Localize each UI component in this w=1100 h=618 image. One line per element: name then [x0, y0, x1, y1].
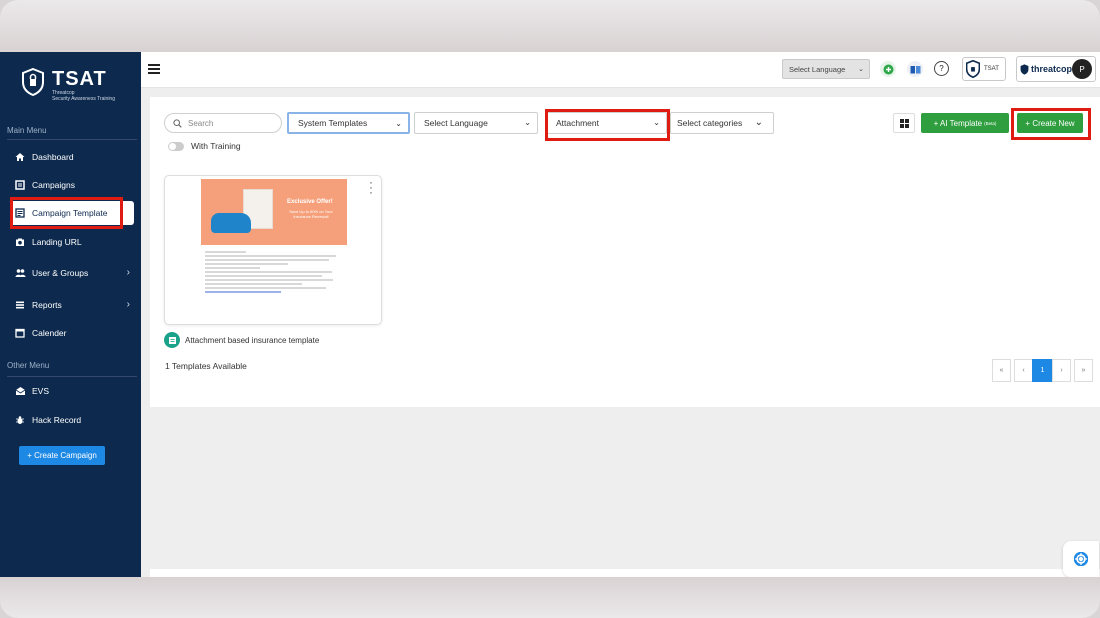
- with-training-toggle[interactable]: With Training: [168, 141, 241, 151]
- mail-icon: [14, 385, 26, 397]
- other-menu-heading: Other Menu: [7, 361, 50, 370]
- sidebar-item-label: EVS: [32, 386, 50, 396]
- search-placeholder: Search: [188, 118, 214, 128]
- sidebar-item-dashboard[interactable]: Dashboard: [10, 145, 134, 169]
- attachment-template-icon: [164, 332, 180, 348]
- top-language-select[interactable]: Select Language ⌄: [782, 59, 870, 79]
- first-page-button[interactable]: «: [992, 359, 1011, 382]
- app-window: TSAT Threatcop Security Awareness Traini…: [0, 52, 1100, 577]
- thumbnail-body-text: [201, 245, 347, 299]
- chevron-right-icon: ›: [126, 267, 130, 278]
- language-select[interactable]: Select Language ⌄: [414, 112, 538, 134]
- campaign-icon: [14, 179, 26, 191]
- camera-icon: [14, 236, 26, 248]
- sidebar-item-user-groups[interactable]: User & Groups ›: [10, 261, 134, 285]
- brand-title: TSAT: [52, 68, 107, 90]
- tsat-logo[interactable]: TSAT Threatcop Security Awareness Traini…: [22, 68, 132, 104]
- home-icon: [14, 151, 26, 163]
- sidebar-item-label: Calender: [32, 328, 67, 338]
- divider: [7, 376, 137, 377]
- calendar-icon: [14, 327, 26, 339]
- sidebar-item-hack-record[interactable]: Hack Record: [10, 408, 134, 432]
- prev-page-button[interactable]: ‹: [1014, 359, 1033, 382]
- sidebar-item-reports[interactable]: Reports ›: [10, 293, 134, 317]
- threatcop-label: threatcop: [1031, 64, 1073, 74]
- sidebar-item-label: Reports: [32, 300, 62, 310]
- template-name-label: Attachment based insurance template: [185, 335, 320, 345]
- categories-select[interactable]: Select categories ⌄: [670, 112, 774, 134]
- toggle-switch[interactable]: [168, 141, 184, 151]
- top-language-select-value: Select Language: [789, 64, 846, 74]
- thumb-offer-title: Exclusive Offer!: [287, 199, 333, 205]
- grid-view-icon[interactable]: [893, 113, 915, 133]
- sidebar-item-label: Campaigns: [32, 180, 75, 190]
- with-training-label: With Training: [191, 141, 241, 151]
- template-source-value: System Templates: [298, 118, 368, 128]
- reports-icon: [14, 299, 26, 311]
- window-frame-bottom: [0, 577, 1100, 618]
- avatar[interactable]: P: [1072, 59, 1092, 79]
- divider: [7, 139, 137, 140]
- threatcop-logo-icon: [1020, 63, 1029, 75]
- tsat-product-switch[interactable]: TSAT: [962, 57, 1006, 81]
- sidebar-item-label: Hack Record: [32, 415, 82, 425]
- next-page-button[interactable]: ›: [1052, 359, 1071, 382]
- beta-badge: (Beta): [984, 120, 997, 126]
- car-illustration-icon: [211, 213, 251, 233]
- chevron-down-icon: ⌄: [754, 117, 763, 128]
- last-page-button[interactable]: »: [1074, 359, 1093, 382]
- categories-select-value: Select categories: [677, 118, 743, 128]
- template-card[interactable]: · · · Exclusive Offer! Save Up to 60% on Y…: [164, 175, 382, 325]
- thumb-offer-subtitle: Save Up to 60% on Your Insurance Renewal…: [289, 209, 333, 219]
- search-input[interactable]: Search: [164, 113, 282, 133]
- add-circle-icon[interactable]: [880, 61, 896, 77]
- template-thumbnail: Exclusive Offer! Save Up to 60% on Your …: [201, 179, 347, 324]
- shield-logo-icon: [966, 60, 980, 78]
- pagination: « ‹ 1 › »: [992, 359, 1093, 382]
- current-page-button[interactable]: 1: [1032, 359, 1053, 382]
- help-question-icon[interactable]: ?: [934, 61, 949, 76]
- book-icon[interactable]: [907, 61, 923, 77]
- bug-icon: [14, 414, 26, 426]
- ai-template-button[interactable]: + AI Template (Beta): [921, 113, 1009, 133]
- support-lifebuoy-icon[interactable]: [1063, 541, 1099, 577]
- chevron-down-icon: ⌄: [395, 119, 402, 128]
- highlight-attachment-filter: [545, 109, 670, 141]
- threatcop-account-switch[interactable]: threatcop P: [1016, 56, 1096, 82]
- brand-subtitle-product: Security Awareness Training: [52, 96, 115, 102]
- template-panel: Search System Templates ⌄ Select Languag…: [150, 97, 1100, 407]
- template-name[interactable]: Attachment based insurance template: [164, 332, 319, 348]
- highlight-campaign-template: [10, 197, 123, 229]
- main-menu-heading: Main Menu: [7, 126, 47, 135]
- users-icon: [14, 267, 26, 279]
- sidebar-item-label: Landing URL: [32, 237, 82, 247]
- sidebar: TSAT Threatcop Security Awareness Traini…: [0, 52, 141, 577]
- chevron-down-icon: ⌄: [858, 66, 864, 73]
- window-frame-top: [0, 0, 1100, 52]
- templates-count: 1 Templates Available: [165, 361, 247, 371]
- create-campaign-button[interactable]: + Create Campaign: [19, 446, 105, 465]
- sidebar-item-label: Dashboard: [32, 152, 74, 162]
- ai-template-label: + AI Template: [933, 118, 983, 128]
- template-source-select[interactable]: System Templates ⌄: [287, 112, 410, 134]
- top-bar: Select Language ⌄ ? TSAT threatcop P: [141, 52, 1100, 88]
- highlight-create-new: [1011, 108, 1091, 140]
- chevron-down-icon: ⌄: [524, 118, 531, 127]
- sidebar-item-campaigns[interactable]: Campaigns: [10, 173, 134, 197]
- shield-logo-icon: [22, 68, 44, 96]
- sidebar-item-landing-url[interactable]: Landing URL: [10, 230, 134, 254]
- hamburger-menu-icon[interactable]: [148, 64, 160, 74]
- sidebar-item-calender[interactable]: Calender: [10, 321, 134, 345]
- search-icon: [173, 118, 182, 128]
- thumbnail-banner: Exclusive Offer! Save Up to 60% on Your …: [201, 179, 347, 245]
- sidebar-item-label: User & Groups: [32, 268, 89, 278]
- more-options-icon[interactable]: · · ·: [369, 176, 373, 198]
- chevron-right-icon: ›: [126, 299, 130, 310]
- sidebar-item-evs[interactable]: EVS: [10, 379, 134, 403]
- footer-strip: [150, 569, 1100, 577]
- tsat-mini-label: TSAT: [984, 66, 999, 72]
- language-select-value: Select Language: [424, 118, 488, 128]
